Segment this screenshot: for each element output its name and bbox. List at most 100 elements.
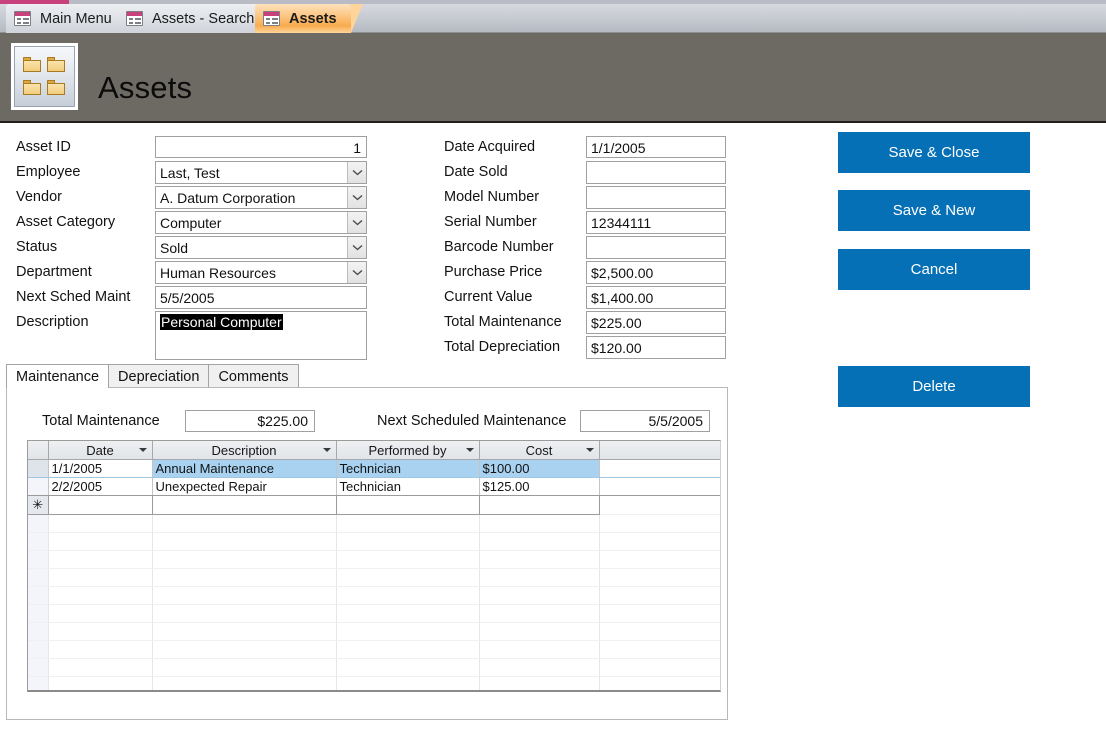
description-selected-text: Personal Computer bbox=[160, 314, 283, 330]
asset-category-value: Computer bbox=[160, 215, 222, 231]
description-textarea[interactable]: Personal Computer bbox=[155, 311, 367, 360]
folders-grid-icon bbox=[11, 43, 78, 110]
column-header-date[interactable]: Date bbox=[48, 441, 153, 460]
label-total-maintenance: Total Maintenance bbox=[444, 314, 562, 330]
cell-performed-by[interactable]: Technician bbox=[336, 459, 480, 478]
department-value: Human Resources bbox=[160, 265, 276, 281]
panel-next-scheduled-maintenance-input[interactable]: 5/5/2005 bbox=[580, 410, 710, 432]
label-panel-total-maintenance: Total Maintenance bbox=[42, 413, 160, 429]
delete-button[interactable]: Delete bbox=[838, 366, 1030, 407]
label-total-depreciation: Total Depreciation bbox=[444, 339, 561, 355]
cell-cost[interactable]: $100.00 bbox=[479, 459, 600, 478]
serial-number-input[interactable]: 12344111 bbox=[586, 211, 726, 234]
employee-combobox[interactable]: Last, Test bbox=[155, 161, 367, 184]
doc-tab-assets-search[interactable]: Assets - Search bbox=[118, 4, 280, 33]
chevron-down-icon[interactable] bbox=[347, 212, 366, 233]
label-next-sched-maint: Next Sched Maint bbox=[16, 289, 131, 305]
cell-cost[interactable] bbox=[479, 495, 600, 515]
maintenance-table: Date Description Performed by Cost 1/1/2… bbox=[28, 441, 720, 690]
barcode-number-input[interactable] bbox=[586, 236, 726, 259]
doc-tab-assets[interactable]: Assets bbox=[255, 4, 363, 33]
empty-row bbox=[28, 586, 720, 605]
cell-date[interactable]: 2/2/2005 bbox=[48, 477, 153, 496]
tab-comments[interactable]: Comments bbox=[208, 364, 299, 388]
department-combobox[interactable]: Human Resources bbox=[155, 261, 367, 284]
cell-description[interactable]: Annual Maintenance bbox=[152, 459, 337, 478]
form-icon bbox=[126, 11, 143, 26]
cell-description[interactable] bbox=[152, 495, 337, 515]
column-header-description[interactable]: Description bbox=[152, 441, 337, 460]
row-selector[interactable] bbox=[28, 459, 49, 478]
column-header-spacer bbox=[599, 441, 720, 460]
chevron-down-icon[interactable] bbox=[465, 448, 474, 452]
cell-description[interactable]: Unexpected Repair bbox=[152, 477, 337, 496]
date-sold-input[interactable] bbox=[586, 161, 726, 184]
label-model-number: Model Number bbox=[444, 189, 540, 205]
cell-spacer bbox=[599, 459, 720, 478]
status-combobox[interactable]: Sold bbox=[155, 236, 367, 259]
asset-id-input[interactable]: 1 bbox=[155, 136, 367, 158]
column-header-cost[interactable]: Cost bbox=[479, 441, 600, 460]
cell-performed-by[interactable] bbox=[336, 495, 480, 515]
tab-depreciation[interactable]: Depreciation bbox=[108, 364, 210, 388]
chevron-down-icon[interactable] bbox=[347, 262, 366, 283]
asset-category-combobox[interactable]: Computer bbox=[155, 211, 367, 234]
cell-date[interactable]: 1/1/2005 bbox=[48, 459, 153, 478]
current-value-input[interactable]: $1,400.00 bbox=[586, 286, 726, 309]
table-header-row: Date Description Performed by Cost bbox=[28, 441, 720, 460]
label-employee: Employee bbox=[16, 164, 81, 180]
purchase-price-input[interactable]: $2,500.00 bbox=[586, 261, 726, 284]
chevron-down-icon[interactable] bbox=[585, 448, 594, 452]
save-and-new-button[interactable]: Save & New bbox=[838, 190, 1030, 231]
model-number-input[interactable] bbox=[586, 186, 726, 209]
form-icon bbox=[263, 11, 280, 26]
next-sched-maint-input[interactable]: 5/5/2005 bbox=[155, 286, 367, 309]
empty-row bbox=[28, 604, 720, 623]
cell-cost[interactable]: $125.00 bbox=[479, 477, 600, 496]
column-header-description-label: Description bbox=[211, 442, 277, 458]
label-vendor: Vendor bbox=[16, 189, 62, 205]
empty-row bbox=[28, 550, 720, 569]
label-next-scheduled-maintenance: Next Scheduled Maintenance bbox=[377, 413, 567, 429]
column-header-date-label: Date bbox=[86, 442, 114, 458]
doc-tab-main-menu[interactable]: Main Menu bbox=[6, 4, 137, 33]
date-acquired-input[interactable]: 1/1/2005 bbox=[586, 136, 726, 158]
form-icon bbox=[14, 11, 31, 26]
doc-tab-label: Assets bbox=[289, 10, 337, 27]
doc-tab-label: Assets - Search bbox=[152, 10, 255, 27]
chevron-down-icon[interactable] bbox=[347, 187, 366, 208]
cell-spacer bbox=[599, 495, 720, 515]
panel-total-maintenance-input[interactable]: $225.00 bbox=[185, 410, 315, 432]
document-tab-strip: Main Menu Assets - Search Assets bbox=[0, 4, 1106, 33]
detail-tab-strip: Maintenance Depreciation Comments bbox=[6, 364, 299, 388]
total-maintenance-input[interactable]: $225.00 bbox=[586, 311, 726, 334]
new-record-icon[interactable]: ✳ bbox=[28, 495, 49, 515]
tab-maintenance[interactable]: Maintenance bbox=[6, 364, 110, 388]
column-header-performed-by[interactable]: Performed by bbox=[336, 441, 480, 460]
cell-date[interactable] bbox=[48, 495, 153, 515]
access-form-window: Main Menu Assets - Search Assets Assets … bbox=[0, 0, 1106, 745]
empty-row bbox=[28, 532, 720, 551]
cancel-button[interactable]: Cancel bbox=[838, 249, 1030, 290]
chevron-down-icon[interactable] bbox=[347, 237, 366, 258]
maintenance-datasheet[interactable]: Date Description Performed by Cost 1/1/2… bbox=[27, 440, 721, 692]
total-depreciation-input[interactable]: $120.00 bbox=[586, 336, 726, 359]
table-row[interactable]: 2/2/2005 Unexpected Repair Technician $1… bbox=[28, 477, 720, 496]
table-row[interactable]: 1/1/2005 Annual Maintenance Technician $… bbox=[28, 459, 720, 478]
select-all-corner[interactable] bbox=[28, 441, 49, 460]
save-and-close-button[interactable]: Save & Close bbox=[838, 132, 1030, 173]
chevron-down-icon[interactable] bbox=[347, 162, 366, 183]
row-selector[interactable] bbox=[28, 477, 49, 496]
form-header-band: Assets bbox=[0, 33, 1106, 123]
cell-spacer bbox=[599, 477, 720, 496]
column-header-cost-label: Cost bbox=[525, 442, 553, 458]
new-record-row[interactable]: ✳ bbox=[28, 495, 720, 515]
chevron-down-icon[interactable] bbox=[322, 448, 331, 452]
chevron-down-icon[interactable] bbox=[138, 448, 147, 452]
label-current-value: Current Value bbox=[444, 289, 533, 305]
cell-performed-by[interactable]: Technician bbox=[336, 477, 480, 496]
page-title: Assets bbox=[98, 70, 193, 105]
label-department: Department bbox=[16, 264, 92, 280]
vendor-combobox[interactable]: A. Datum Corporation bbox=[155, 186, 367, 209]
label-purchase-price: Purchase Price bbox=[444, 264, 543, 280]
